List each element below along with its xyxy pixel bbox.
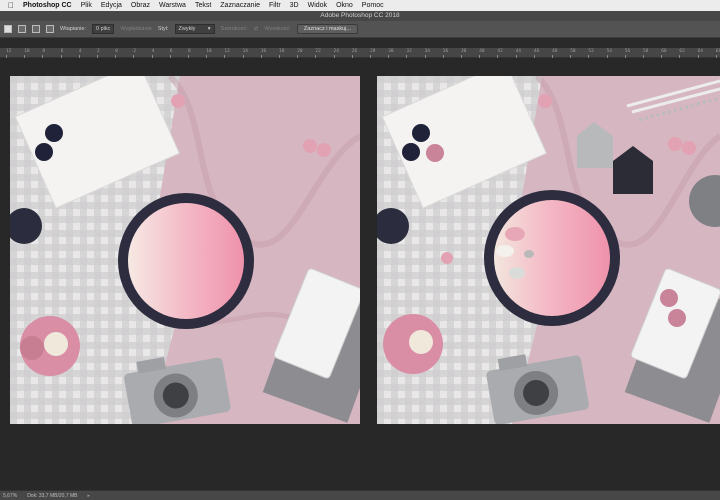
menu-window[interactable]: Okno (336, 2, 353, 9)
ruler-tick: 56 (624, 49, 631, 58)
ruler-tick: 52 (588, 49, 594, 58)
ruler-tick: 62 (679, 49, 685, 58)
ruler-tick: 58 (643, 49, 649, 58)
menu-filter[interactable]: Filtr (269, 2, 281, 9)
ruler-tick: 12 (6, 49, 12, 58)
menu-bar:  Photoshop CC Plik Edycja Obraz Warstwa… (0, 0, 720, 11)
ruler-tick: 30 (388, 49, 394, 58)
new-selection-icon[interactable] (4, 25, 12, 33)
feather-label: Wtapianie: (60, 26, 86, 32)
apple-logo-icon[interactable]:  (8, 1, 14, 10)
ruler-tick: 4 (78, 49, 82, 58)
feather-input[interactable]: 0 pikс (92, 24, 115, 34)
ruler-tick: 22 (315, 49, 321, 58)
ruler-tick: 12 (224, 49, 230, 58)
ruler-tick: 14 (242, 49, 249, 58)
ruler-tick: 54 (606, 49, 613, 58)
ruler-tick: 0 (115, 49, 118, 58)
ruler-tick: 36 (442, 49, 449, 58)
ruler-tick: 10 (24, 49, 30, 58)
chevron-right-icon[interactable]: ▸ (88, 493, 91, 499)
ruler-tick: 46 (533, 49, 540, 58)
menu-app-name[interactable]: Photoshop CC (23, 2, 72, 9)
ruler-tick: 18 (279, 49, 285, 58)
menu-layer[interactable]: Warstwa (159, 2, 186, 9)
ruler-tick: 8 (188, 49, 191, 58)
menu-help[interactable]: Pomoc (362, 2, 384, 9)
ruler-tick: 34 (424, 49, 431, 58)
horizontal-ruler[interactable]: 12 10 8 6 4 2 0 2 4 6 8 10 12 14 16 18 20 22 24 26 28 30 32 34 3… (0, 48, 720, 58)
menu-view[interactable]: Widok (308, 2, 327, 9)
height-label: Wysokość: (264, 26, 291, 32)
ruler-tick: 8 (42, 49, 46, 58)
ruler-tick: 24 (333, 49, 340, 58)
width-label: Szerokość: (220, 26, 248, 32)
document-info[interactable]: Dok: 33,7 MB/20,7 MB (27, 493, 77, 499)
document-left[interactable] (10, 76, 360, 424)
window-title: Adobe Photoshop CC 2018 (0, 11, 720, 21)
menu-type[interactable]: Tekst (195, 2, 211, 9)
ruler-tick: 20 (297, 49, 303, 58)
document-right[interactable] (377, 76, 720, 424)
menu-select[interactable]: Zaznaczanie (220, 2, 260, 9)
zoom-level[interactable]: 5,67% (3, 493, 17, 499)
ruler-tick: 10 (206, 49, 212, 58)
style-label: Styl: (157, 26, 169, 32)
ruler-tick: 2 (133, 49, 137, 58)
ruler-tick: 2 (97, 49, 100, 58)
ruler-tick: 50 (570, 49, 576, 58)
ruler-tick: 6 (60, 49, 64, 58)
intersect-selection-icon[interactable] (46, 25, 54, 33)
ruler-tick: 60 (661, 49, 667, 58)
ruler-tick: 48 (552, 49, 558, 58)
ruler-tick: 66 (715, 49, 720, 58)
swap-dimensions-icon[interactable]: ⇄ (254, 26, 259, 32)
ruler-tick: 16 (260, 49, 267, 58)
menu-file[interactable]: Plik (81, 2, 92, 9)
status-bar: 5,67% Dok: 33,7 MB/20,7 MB ▸ (0, 490, 720, 500)
options-bar: Wtapianie: 0 pikс Wygładzanie Styl: Zwyk… (0, 21, 720, 38)
flatlay-photo-right (377, 76, 720, 424)
ruler-tick: 32 (406, 49, 412, 58)
photoshop-window:  Photoshop CC Plik Edycja Obraz Warstwa… (0, 0, 720, 500)
style-select-value: Zwykły (178, 26, 196, 32)
flatlay-photo-left (10, 76, 360, 424)
chevron-down-icon: ▾ (207, 26, 211, 32)
menu-edit[interactable]: Edycja (101, 2, 122, 9)
ruler-tick: 4 (151, 49, 155, 58)
ruler-tick: 6 (169, 49, 173, 58)
menu-image[interactable]: Obraz (131, 2, 150, 9)
ruler-tick: 44 (515, 49, 522, 58)
select-and-mask-button[interactable]: Zaznacz i maskuj... (296, 24, 358, 34)
add-to-selection-icon[interactable] (18, 25, 26, 33)
ruler-tick: 26 (351, 49, 358, 58)
ruler-tick: 64 (697, 49, 704, 58)
menu-3d[interactable]: 3D (290, 2, 299, 9)
style-select[interactable]: Zwykły ▾ (174, 24, 215, 34)
ruler-tick: 38 (461, 49, 467, 58)
ruler-tick: 28 (370, 49, 376, 58)
antialias-checkbox[interactable]: Wygładzanie (120, 26, 151, 32)
ruler-tick: 40 (479, 49, 485, 58)
subtract-selection-icon[interactable] (32, 25, 40, 33)
ruler-tick: 42 (497, 49, 503, 58)
